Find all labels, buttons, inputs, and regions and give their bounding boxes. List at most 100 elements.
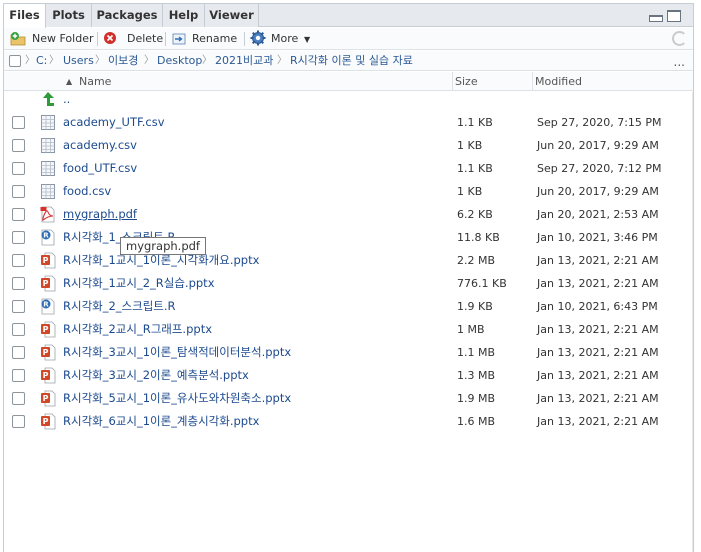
file-row: P R시각화_3교시_2이론_예측분석.pptx 1.3 MB Jan 13, 202…	[4, 364, 693, 387]
file-size: 1.9 KB	[457, 300, 493, 313]
file-name-link[interactable]: mygraph.pdf	[63, 203, 137, 226]
file-checkbox[interactable]	[12, 369, 25, 382]
file-row: academy.csv 1 KB Jun 20, 2017, 9:29 AM	[4, 134, 693, 157]
file-checkbox[interactable]	[12, 116, 25, 129]
csv-icon	[41, 138, 55, 153]
breadcrumb-separator-icon: 〉	[144, 55, 154, 66]
parent-directory-row[interactable]: ..	[4, 88, 693, 111]
svg-text:P: P	[43, 256, 49, 265]
file-modified: Jan 10, 2021, 6:43 PM	[537, 300, 658, 313]
select-all-checkbox[interactable]	[9, 55, 21, 67]
new-folder-icon	[10, 32, 26, 46]
file-checkbox[interactable]	[12, 139, 25, 152]
pptx-icon: P	[41, 367, 56, 384]
file-name-link[interactable]: academy_UTF.csv	[63, 111, 165, 134]
file-modified: Jan 13, 2021, 2:21 AM	[537, 415, 659, 428]
tab-plots[interactable]: Plots	[46, 4, 92, 27]
files-toolbar: New Folder Delete Rename More ▼	[4, 28, 693, 50]
breadcrumb-separator-icon: 〉	[95, 55, 105, 66]
breadcrumb: 〉 C: 〉 Users 〉 이보경 〉 Desktop 〉 2021비교과 〉…	[4, 51, 693, 71]
file-row: P R시각화_1교시_1이론_시각화개요.pptx 2.2 MB Jan 13, 20…	[4, 249, 693, 272]
file-checkbox[interactable]	[12, 162, 25, 175]
pptx-icon: P	[41, 390, 56, 407]
file-modified: Jan 13, 2021, 2:21 AM	[537, 392, 659, 405]
file-name-link[interactable]: R시각화_3교시_2이론_예측분석.pptx	[63, 364, 249, 387]
file-row: food_UTF.csv 1.1 KB Sep 27, 2020, 7:12 PM	[4, 157, 693, 180]
breadcrumb-item-folder[interactable]: 2021비교과	[215, 51, 273, 71]
file-name-link[interactable]: food_UTF.csv	[63, 157, 137, 180]
file-row: P R시각화_1교시_2_R실습.pptx 776.1 KB Jan 13, 2021…	[4, 272, 693, 295]
tab-packages[interactable]: Packages	[92, 4, 163, 27]
pdf-icon	[40, 206, 55, 223]
file-modified: Sep 27, 2020, 7:15 PM	[537, 116, 662, 129]
delete-icon	[104, 32, 116, 44]
breadcrumb-item-desktop[interactable]: Desktop	[157, 51, 202, 71]
file-checkbox[interactable]	[12, 185, 25, 198]
file-size: 11.8 KB	[457, 231, 500, 244]
r-script-icon: R	[41, 229, 55, 246]
tab-help[interactable]: Help	[163, 4, 205, 27]
minimize-pane-button[interactable]	[649, 15, 663, 22]
file-modified: Jan 13, 2021, 2:21 AM	[537, 277, 659, 290]
file-modified: Jan 13, 2021, 2:21 AM	[537, 254, 659, 267]
file-size: 1.3 MB	[457, 369, 496, 382]
rename-label: Rename	[192, 32, 238, 45]
folder-up-icon	[43, 92, 54, 106]
new-folder-button[interactable]: New Folder	[10, 30, 93, 48]
refresh-icon[interactable]	[672, 31, 687, 46]
file-modified: Sep 27, 2020, 7:12 PM	[537, 162, 662, 175]
file-checkbox[interactable]	[12, 277, 25, 290]
file-checkbox[interactable]	[12, 346, 25, 359]
breadcrumb-separator-icon: 〉	[25, 55, 35, 66]
file-row: P R시각화_2교시_R그래프.pptx 1 MB Jan 13, 2021, 2:2…	[4, 318, 693, 341]
breadcrumb-item-drive[interactable]: C:	[36, 51, 47, 71]
file-checkbox[interactable]	[12, 254, 25, 267]
breadcrumb-item-users[interactable]: Users	[63, 51, 94, 71]
file-name-link[interactable]: R시각화_2교시_R그래프.pptx	[63, 318, 212, 341]
file-name-link[interactable]: R시각화_3교시_1이론_탐색적데이터분석.pptx	[63, 341, 291, 364]
file-checkbox[interactable]	[12, 208, 25, 221]
csv-icon	[41, 184, 55, 199]
file-name-link[interactable]: R시각화_1교시_2_R실습.pptx	[63, 272, 215, 295]
rename-icon	[172, 33, 186, 45]
file-row: food.csv 1 KB Jun 20, 2017, 9:29 AM	[4, 180, 693, 203]
file-row: mygraph.pdf 6.2 KB Jan 20, 2021, 2:53 AM	[4, 203, 693, 226]
svg-text:P: P	[43, 371, 49, 380]
pptx-icon: P	[41, 252, 56, 269]
file-size: 6.2 KB	[457, 208, 493, 221]
breadcrumb-separator-icon: 〉	[49, 55, 59, 66]
tab-viewer[interactable]: Viewer	[205, 4, 259, 27]
rename-button[interactable]: Rename	[172, 30, 238, 48]
more-button[interactable]: More ▼	[250, 30, 312, 48]
file-size: 2.2 MB	[457, 254, 496, 267]
file-size: 1.6 MB	[457, 415, 496, 428]
file-checkbox[interactable]	[12, 323, 25, 336]
tab-files[interactable]: Files	[4, 4, 46, 28]
file-checkbox[interactable]	[12, 415, 25, 428]
file-modified: Jan 10, 2021, 3:46 PM	[537, 231, 658, 244]
pptx-icon: P	[41, 275, 56, 292]
breadcrumb-item-current[interactable]: R시각화 이론 및 실습 자료	[290, 51, 413, 71]
toolbar-divider	[97, 32, 98, 46]
parent-directory-link[interactable]: ..	[63, 88, 70, 111]
more-options-icon[interactable]: ...	[674, 55, 685, 69]
breadcrumb-item-user[interactable]: 이보경	[108, 51, 138, 71]
delete-button[interactable]: Delete	[103, 30, 163, 48]
chevron-down-icon: ▼	[304, 35, 311, 44]
file-name-link[interactable]: R시각화_2_스크립트.R	[63, 295, 176, 318]
file-modified: Jun 20, 2017, 9:29 AM	[537, 139, 659, 152]
file-size: 1 KB	[457, 139, 483, 152]
maximize-pane-button[interactable]	[667, 10, 681, 22]
file-checkbox[interactable]	[12, 231, 25, 244]
file-checkbox[interactable]	[12, 300, 25, 313]
file-size: 1.1 KB	[457, 116, 493, 129]
breadcrumb-separator-icon: 〉	[202, 55, 212, 66]
file-name-link[interactable]: R시각화_6교시_1이론_계층시각화.pptx	[63, 410, 259, 433]
file-name-link[interactable]: academy.csv	[63, 134, 137, 157]
file-name-link[interactable]: food.csv	[63, 180, 111, 203]
files-pane: Files Plots Packages Help Viewer New Fol…	[3, 3, 694, 552]
pptx-icon: P	[41, 344, 56, 361]
file-size: 1.1 KB	[457, 162, 493, 175]
file-name-link[interactable]: R시각화_5교시_1이론_유사도와차원축소.pptx	[63, 387, 291, 410]
file-checkbox[interactable]	[12, 392, 25, 405]
